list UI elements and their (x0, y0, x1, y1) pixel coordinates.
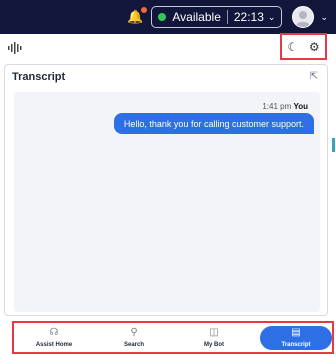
voice-wave-icon[interactable] (8, 42, 22, 54)
transcript-panel: Transcript ⇱ 1:41 pm You Hello, thank yo… (4, 64, 328, 316)
search-icon: ⚲ (130, 326, 138, 338)
nav-search[interactable]: ⚲ Search (94, 323, 174, 352)
nav-label: Search (123, 341, 144, 348)
chevron-down-icon[interactable]: ⌄ (320, 12, 328, 23)
status-dot (158, 13, 167, 21)
user-avatar-icon[interactable] (292, 6, 315, 28)
top-header-bar: 🔔 Available 22:13 ⌄ ⌄ (0, 0, 336, 34)
side-scroll-tab[interactable] (332, 138, 335, 152)
avatar-silhouette (295, 11, 312, 27)
gear-icon[interactable]: ⚙ (309, 41, 320, 53)
transcript-icon: ▤ (291, 326, 301, 338)
nav-my-bot[interactable]: ◫ My Bot (174, 323, 254, 352)
assist-home-icon: ☊ (49, 326, 59, 338)
nav-label: Assist Home (35, 341, 73, 348)
status-timer: 22:13 (233, 10, 264, 24)
message-meta: 1:41 pm You (262, 102, 308, 111)
notification-badge (141, 7, 148, 13)
chat-area[interactable]: 1:41 pm You Hello, thank you for calling… (14, 92, 320, 312)
status-label: Available (172, 10, 221, 24)
bot-icon: ◫ (209, 326, 219, 338)
nav-label: My Bot (204, 341, 224, 348)
bell-alert-icon[interactable]: 🔔 (127, 7, 148, 25)
message-speaker: You (293, 102, 308, 111)
bottom-nav: ☊ Assist Home ⚲ Search ◫ My Bot ▤ Transc… (12, 321, 334, 354)
nav-assist-home[interactable]: ☊ Assist Home (14, 323, 94, 352)
status-dropdown[interactable]: Available 22:13 ⌄ (151, 6, 283, 28)
chat-bubble: Hello, thank you for calling customer su… (113, 113, 314, 134)
expand-icon[interactable]: ⇱ (310, 71, 318, 82)
chevron-down-icon: ⌄ (267, 11, 276, 22)
nav-label: Transcript (281, 341, 311, 348)
nav-transcript[interactable]: ▤ Transcript (260, 325, 332, 350)
toolbar-actions-highlight: ☾ ⚙ (280, 33, 327, 60)
message-time: 1:41 pm (262, 102, 292, 111)
status-separator (226, 10, 228, 24)
panel-title: Transcript (12, 71, 66, 83)
moon-icon[interactable]: ☾ (287, 41, 298, 53)
